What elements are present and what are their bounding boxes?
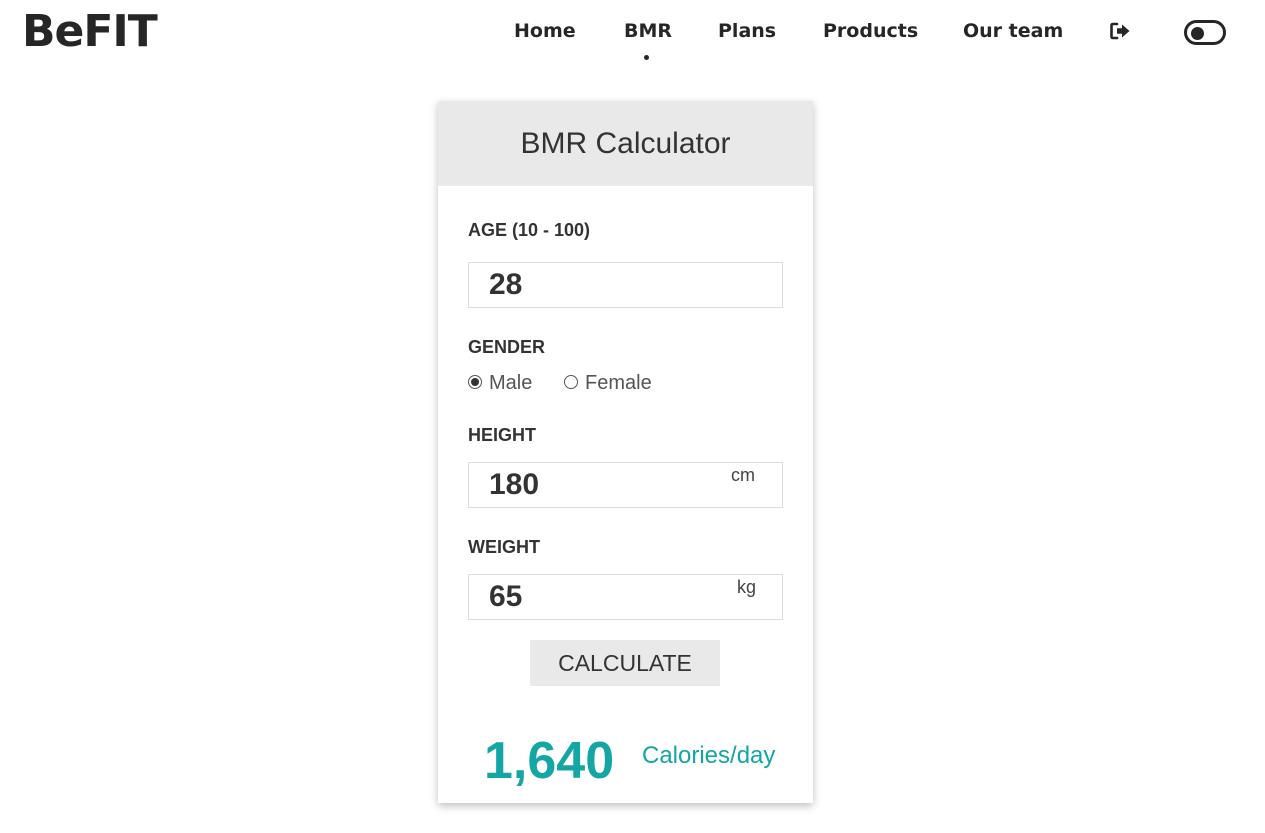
calculate-button[interactable]: CALCULATE xyxy=(530,640,720,686)
age-label: AGE (10 - 100) xyxy=(468,220,591,240)
weight-input[interactable] xyxy=(469,575,782,619)
gender-label: GENDER xyxy=(468,337,546,357)
height-field: cm xyxy=(468,462,783,508)
age-field xyxy=(468,262,783,308)
nav-item-our-team[interactable]: Our team xyxy=(963,20,1063,42)
weight-unit: kg xyxy=(737,577,757,597)
age-input[interactable] xyxy=(469,263,782,307)
weight-field: kg xyxy=(468,574,783,620)
result-value: 1,640 xyxy=(484,732,615,790)
theme-toggle-icon[interactable] xyxy=(1184,20,1226,45)
logout-icon[interactable] xyxy=(1110,22,1131,40)
toggle-knob xyxy=(1191,26,1204,40)
nav-item-products[interactable]: Products xyxy=(823,20,918,42)
gender-female-label[interactable]: Female xyxy=(585,372,652,395)
nav-item-bmr[interactable]: BMR xyxy=(624,20,672,42)
gender-female-radio[interactable] xyxy=(564,375,578,389)
weight-label: WEIGHT xyxy=(468,537,540,557)
gender-male-label[interactable]: Male xyxy=(489,372,532,395)
result-unit: Calories/day xyxy=(642,742,776,769)
nav-active-indicator xyxy=(644,55,649,60)
height-unit: cm xyxy=(731,465,755,485)
nav-item-plans[interactable]: Plans xyxy=(718,20,776,42)
gender-male-radio[interactable] xyxy=(468,375,482,389)
height-label: HEIGHT xyxy=(468,425,537,445)
nav-item-home[interactable]: Home xyxy=(514,20,576,42)
card-title: BMR Calculator xyxy=(438,101,813,186)
main-nav: Home BMR Plans Products Our team xyxy=(0,20,1265,60)
bmr-calculator-card: BMR Calculator AGE (10 - 100) GENDER Mal… xyxy=(438,101,813,803)
